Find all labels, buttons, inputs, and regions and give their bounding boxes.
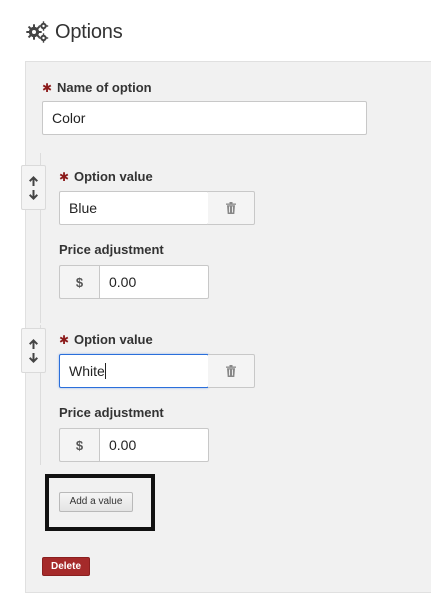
currency-addon: $ — [59, 428, 99, 462]
arrow-up-icon — [29, 175, 38, 186]
arrow-down-icon — [29, 352, 38, 363]
price-input[interactable]: 0.00 — [99, 428, 209, 462]
option-value-text: White — [69, 363, 105, 379]
required-marker: ✱ — [42, 81, 53, 95]
delete-value-button[interactable] — [208, 354, 255, 388]
trash-icon — [226, 202, 236, 214]
trash-icon — [226, 365, 236, 377]
required-marker: ✱ — [59, 170, 70, 184]
option-value-label: Option value — [74, 169, 153, 184]
option-value-label: Option value — [74, 332, 153, 347]
delete-value-button[interactable] — [208, 191, 255, 225]
arrow-up-icon — [29, 338, 38, 349]
required-marker: ✱ — [59, 333, 70, 347]
price-adjustment-label: Price adjustment — [59, 242, 164, 257]
arrow-down-icon — [29, 189, 38, 200]
reorder-handle[interactable] — [21, 328, 46, 373]
add-value-button[interactable]: Add a value — [59, 492, 133, 512]
price-adjustment-label: Price adjustment — [59, 405, 164, 420]
currency-addon: $ — [59, 265, 99, 299]
option-name-label: Name of option — [57, 80, 152, 95]
gears-icon — [26, 21, 49, 43]
options-header: Options — [25, 18, 123, 46]
price-input[interactable]: 0.00 — [99, 265, 209, 299]
page-title: Options — [55, 20, 123, 43]
text-caret — [104, 363, 106, 379]
option-value-input[interactable]: Blue — [59, 191, 209, 225]
option-name-input[interactable]: Color — [42, 101, 367, 135]
reorder-handle[interactable] — [21, 165, 46, 210]
option-value-input[interactable]: White — [59, 354, 209, 388]
delete-option-button[interactable]: Delete — [42, 557, 90, 576]
